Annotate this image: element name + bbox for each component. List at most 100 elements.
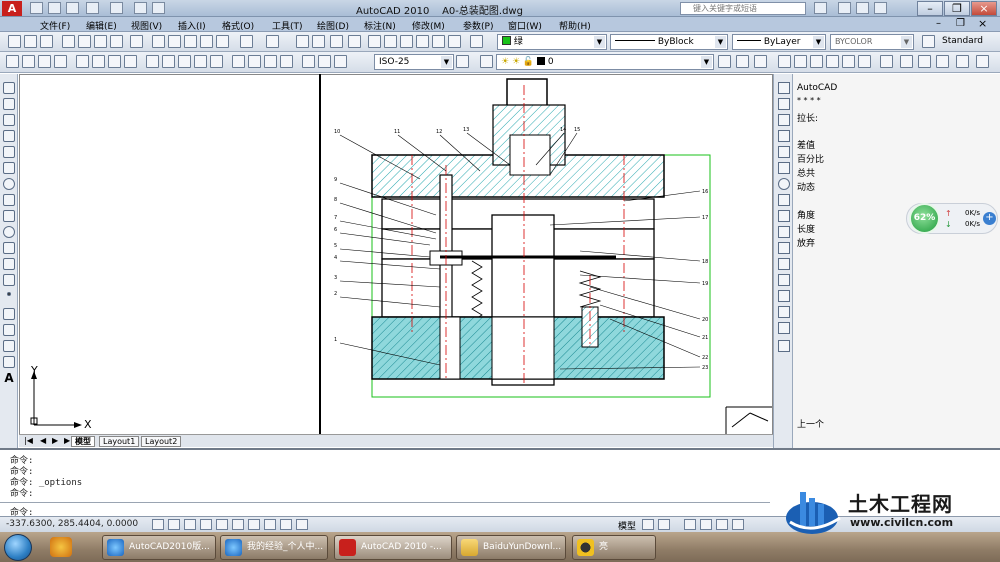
subscription-icon[interactable]: [814, 2, 827, 14]
publish-icon[interactable]: [94, 35, 107, 48]
object-snap-icon[interactable]: [216, 519, 228, 530]
zoom-status-icon[interactable]: [700, 519, 712, 530]
chamfer-icon[interactable]: [778, 306, 790, 318]
matchprop-icon[interactable]: [200, 35, 213, 48]
restore-button[interactable]: ❐: [944, 1, 970, 16]
arc-icon[interactable]: [3, 162, 15, 174]
angular-icon[interactable]: [124, 55, 137, 68]
plot-toolbar-icon[interactable]: [62, 35, 75, 48]
drawing-canvas[interactable]: Y X 10 11 12 13 14 15 9 8 7 6 5 4 3 2 1 …: [19, 74, 773, 436]
text-style-dropdown[interactable]: Standard: [938, 34, 998, 50]
jogged-linear-icon[interactable]: [280, 55, 293, 68]
insert-block-icon[interactable]: [3, 258, 15, 270]
undo-icon[interactable]: [86, 2, 99, 14]
baseline-icon[interactable]: [162, 55, 175, 68]
save-icon[interactable]: [66, 2, 79, 14]
radius-icon[interactable]: [76, 55, 89, 68]
option-undo[interactable]: 放弃: [797, 236, 815, 249]
taskbar-item-browser2[interactable]: 我的经验_个人中...: [220, 535, 328, 560]
lineweight-toggle-icon[interactable]: [296, 519, 308, 530]
color-dropdown[interactable]: 绿 ▼: [497, 34, 607, 50]
gradient-icon[interactable]: [3, 324, 15, 336]
trim-icon[interactable]: [778, 226, 790, 238]
linetype-dropdown[interactable]: ByBlock ▼: [610, 34, 728, 50]
polar-tracking-icon[interactable]: [200, 519, 212, 530]
help-toolbar-icon[interactable]: [470, 35, 483, 48]
option-delta[interactable]: 差值: [797, 138, 815, 151]
erase-icon[interactable]: [778, 82, 790, 94]
polygon-icon[interactable]: [3, 130, 15, 142]
zoom-realtime-icon[interactable]: [312, 35, 325, 48]
option-angle[interactable]: 角度: [797, 208, 815, 221]
block-editor-icon[interactable]: [216, 35, 229, 48]
inspect-icon[interactable]: [264, 55, 277, 68]
tab-layout1[interactable]: Layout1: [99, 436, 140, 447]
menu-dimension[interactable]: 标注(N): [364, 19, 396, 32]
polyline-icon[interactable]: [3, 114, 15, 126]
dim-update-icon[interactable]: [334, 55, 347, 68]
showmotion-icon[interactable]: [732, 519, 744, 530]
menu-restore-icon[interactable]: ❐: [956, 18, 965, 29]
properties-icon[interactable]: [368, 35, 381, 48]
taskbar-item-autocad[interactable]: AutoCAD 2010 -...: [334, 535, 452, 560]
fillet-icon[interactable]: [778, 322, 790, 334]
qnew-icon[interactable]: [8, 35, 21, 48]
quick-dim-icon[interactable]: [146, 55, 159, 68]
tool-palettes-icon[interactable]: [400, 35, 413, 48]
quick-view-drawings-icon[interactable]: [658, 519, 670, 530]
revcloud-icon[interactable]: [3, 194, 15, 206]
ellipse-arc-icon[interactable]: [3, 242, 15, 254]
copy-object-icon[interactable]: [778, 98, 790, 110]
snap-nearest-icon[interactable]: [976, 55, 989, 68]
option-dynamic[interactable]: 动态: [797, 180, 815, 193]
snap-endpoint-icon[interactable]: [880, 55, 893, 68]
model-space-label[interactable]: 模型: [618, 519, 636, 532]
option-previous[interactable]: 上一个: [797, 417, 824, 430]
taskbar-item-folder[interactable]: BaiduYunDownl...: [456, 535, 566, 560]
ducs-icon[interactable]: [264, 519, 276, 530]
mirror-icon[interactable]: [778, 114, 790, 126]
region-icon[interactable]: [3, 340, 15, 352]
snap-quadrant-icon[interactable]: [918, 55, 931, 68]
make-current-layer-icon[interactable]: [718, 55, 731, 68]
copy-icon[interactable]: [168, 35, 181, 48]
line-icon[interactable]: [3, 82, 15, 94]
join-icon[interactable]: [778, 290, 790, 302]
option-percent[interactable]: 百分比: [797, 152, 824, 165]
tab-nav-prev-icon[interactable]: ◀: [37, 436, 49, 445]
modify-array-icon[interactable]: [842, 55, 855, 68]
offset-icon[interactable]: [778, 130, 790, 142]
zoom-window-icon[interactable]: [330, 35, 343, 48]
table-icon[interactable]: [3, 356, 15, 368]
extend-icon[interactable]: [778, 242, 790, 254]
option-length[interactable]: 长度: [797, 222, 815, 235]
tab-nav-next-icon[interactable]: ▶: [49, 436, 61, 445]
break-at-point-icon[interactable]: [778, 258, 790, 270]
layer-dropdown[interactable]: ☀ ☀ 🔓 0 ▼: [496, 54, 714, 70]
design-center-icon[interactable]: [384, 35, 397, 48]
ortho-mode-icon[interactable]: [184, 519, 196, 530]
stretch-icon[interactable]: [778, 210, 790, 222]
undo-toolbar-icon[interactable]: [240, 35, 253, 48]
menu-tools[interactable]: 工具(T): [272, 19, 303, 32]
hatch-icon[interactable]: [3, 308, 15, 320]
sheet-icon[interactable]: [130, 35, 143, 48]
open-file-icon[interactable]: [48, 2, 61, 14]
tab-layout2[interactable]: Layout2: [141, 436, 182, 447]
quick-view-layouts-icon[interactable]: [642, 519, 654, 530]
modify-offset-icon[interactable]: [826, 55, 839, 68]
menu-modify[interactable]: 修改(M): [412, 19, 445, 32]
circle-icon[interactable]: [3, 178, 15, 190]
dynamic-input-icon[interactable]: [280, 519, 292, 530]
ellipse-icon[interactable]: [3, 226, 15, 238]
open-icon[interactable]: [24, 35, 37, 48]
preview-icon[interactable]: [78, 35, 91, 48]
break-icon[interactable]: [778, 274, 790, 286]
layer-state-icon[interactable]: [754, 55, 767, 68]
rectangle-icon[interactable]: [3, 146, 15, 158]
linear-dim-icon[interactable]: [6, 55, 19, 68]
dim-text-edit-icon[interactable]: [318, 55, 331, 68]
help-icon[interactable]: [874, 2, 887, 14]
pan-status-icon[interactable]: [684, 519, 696, 530]
arc-length-icon[interactable]: [38, 55, 51, 68]
